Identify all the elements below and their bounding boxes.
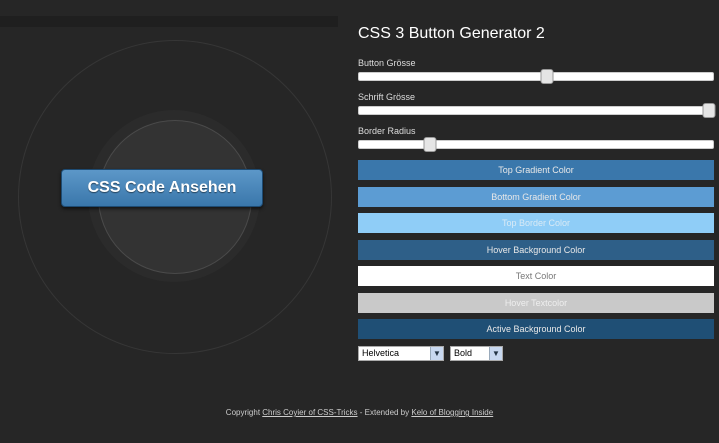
top-border-color-button[interactable]: Top Border Color [358, 213, 714, 233]
slider-track[interactable] [358, 69, 714, 84]
footer: Copyright Chris Coyier of CSS-Tricks - E… [0, 408, 719, 417]
bottom-gradient-color-button[interactable]: Bottom Gradient Color [358, 186, 714, 207]
hover-textcolor-button[interactable]: Hover Textcolor [358, 292, 714, 313]
chevron-down-icon: ▼ [430, 346, 443, 360]
slider-thumb[interactable] [702, 103, 716, 118]
slider-track[interactable] [358, 137, 714, 152]
slider-label: Button Grösse [358, 58, 416, 68]
font-weight-value: Bold [454, 348, 473, 358]
generator-panel: CSS 3 Button Generator 2 Button Grösse S… [358, 25, 716, 361]
font-weight-select[interactable]: Bold ▼ [450, 345, 503, 361]
preview-top-bar [0, 16, 338, 27]
slider-button-size: Button Grösse [358, 58, 714, 84]
active-background-color-button[interactable]: Active Background Color [358, 319, 714, 339]
chevron-down-icon: ▼ [489, 346, 502, 360]
slider-thumb[interactable] [423, 137, 437, 152]
slider-label: Schrift Grösse [358, 92, 416, 102]
slider-track[interactable] [358, 103, 716, 118]
css-code-button[interactable]: CSS Code Ansehen [61, 169, 263, 207]
footer-prefix: Copyright [225, 408, 263, 417]
footer-middle: - Extended by [357, 408, 412, 417]
text-color-button[interactable]: Text Color [358, 266, 714, 286]
font-options: Helvetica ▼ Bold ▼ [358, 345, 714, 361]
slider-font-size: Schrift Grösse [358, 92, 716, 118]
footer-link-css-tricks[interactable]: Chris Coyier of CSS-Tricks [262, 408, 357, 417]
button-preview-area: CSS Code Ansehen [0, 28, 340, 358]
page-title: CSS 3 Button Generator 2 [358, 25, 545, 42]
slider-border-radius: Border Radius [358, 126, 714, 152]
footer-link-blogging-inside[interactable]: Kelo of Blogging Inside [411, 408, 493, 417]
font-family-value: Helvetica [362, 348, 400, 358]
slider-label: Border Radius [358, 126, 416, 136]
top-gradient-color-button[interactable]: Top Gradient Color [358, 160, 714, 180]
font-family-select[interactable]: Helvetica ▼ [358, 345, 444, 361]
hover-background-color-button[interactable]: Hover Background Color [358, 239, 714, 260]
slider-thumb[interactable] [540, 69, 554, 84]
